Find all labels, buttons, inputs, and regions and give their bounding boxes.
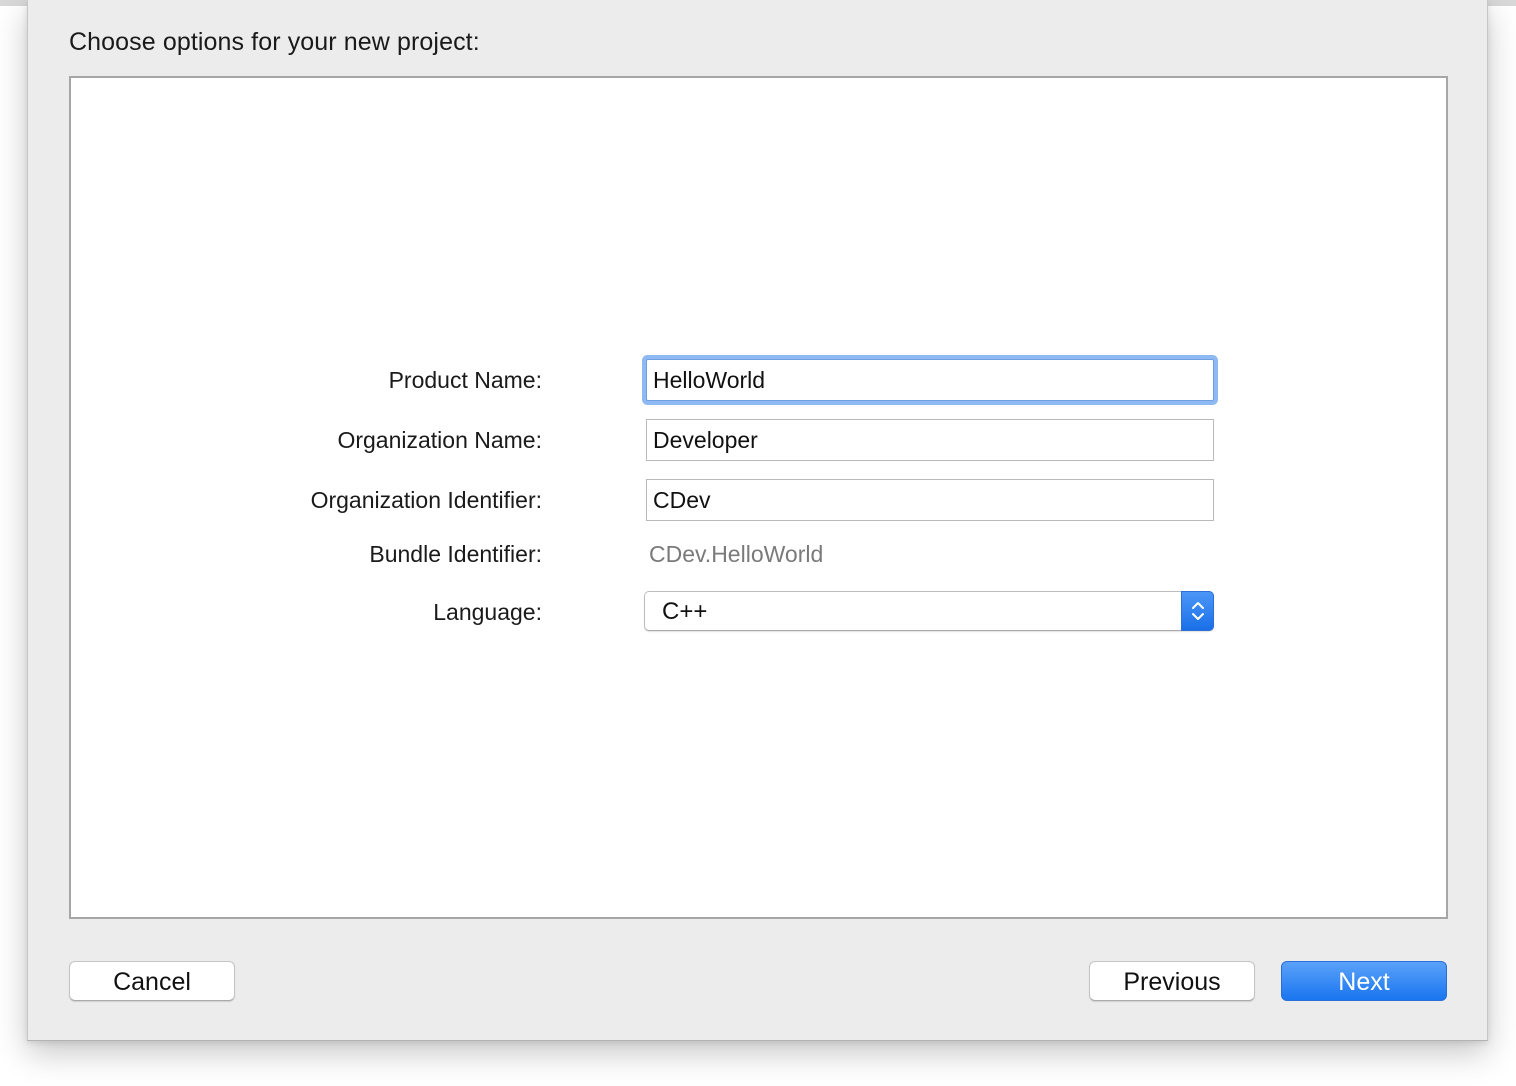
organization-name-label: Organization Name:	[337, 427, 542, 453]
cancel-button[interactable]: Cancel	[69, 961, 235, 1001]
dialog-heading: Choose options for your new project:	[69, 28, 480, 56]
next-button[interactable]: Next	[1281, 961, 1447, 1001]
bundle-identifier-label: Bundle Identifier:	[369, 541, 542, 567]
organization-identifier-label: Organization Identifier:	[310, 487, 542, 513]
language-label: Language:	[433, 599, 542, 625]
organization-identifier-field[interactable]	[646, 479, 1214, 521]
options-panel: Product Name: Organization Name: Organiz…	[69, 76, 1448, 919]
bundle-identifier-value: CDev.HelloWorld	[649, 541, 824, 567]
new-project-options-sheet: Choose options for your new project: Pro…	[27, 0, 1488, 1041]
product-name-field[interactable]	[646, 359, 1214, 401]
product-name-label: Product Name:	[388, 367, 542, 393]
chevron-up-down-icon	[1181, 591, 1214, 631]
language-popup[interactable]: C++	[644, 591, 1214, 631]
language-selected-value: C++	[662, 598, 708, 625]
previous-button[interactable]: Previous	[1089, 961, 1255, 1001]
organization-name-field[interactable]	[646, 419, 1214, 461]
